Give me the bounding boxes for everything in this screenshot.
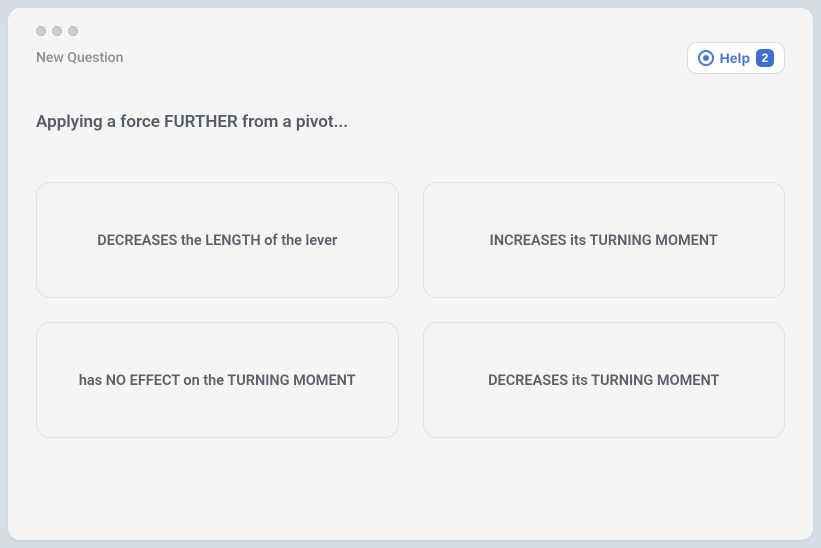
answer-option-4[interactable]: DECREASES its TURNING MOMENT: [423, 322, 786, 438]
help-label: Help: [720, 50, 750, 66]
window-controls: [36, 26, 785, 36]
answer-label: has NO EFFECT on the TURNING MOMENT: [79, 372, 356, 389]
answers-grid: DECREASES the LENGTH of the lever INCREA…: [36, 182, 785, 438]
answer-option-3[interactable]: has NO EFFECT on the TURNING MOMENT: [36, 322, 399, 438]
close-icon[interactable]: [36, 26, 46, 36]
help-badge: 2: [756, 49, 774, 67]
answer-label: INCREASES its TURNING MOMENT: [490, 232, 718, 249]
help-icon: [698, 50, 714, 66]
quiz-window: New Question Help 2 Applying a force FUR…: [8, 8, 813, 540]
help-button[interactable]: Help 2: [687, 42, 785, 74]
answer-label: DECREASES its TURNING MOMENT: [488, 372, 719, 389]
maximize-icon[interactable]: [68, 26, 78, 36]
answer-label: DECREASES the LENGTH of the lever: [97, 232, 337, 249]
question-text: Applying a force FURTHER from a pivot...: [36, 112, 785, 132]
answer-option-2[interactable]: INCREASES its TURNING MOMENT: [423, 182, 786, 298]
breadcrumb: New Question: [36, 50, 123, 66]
answer-option-1[interactable]: DECREASES the LENGTH of the lever: [36, 182, 399, 298]
minimize-icon[interactable]: [52, 26, 62, 36]
header-row: New Question Help 2: [36, 42, 785, 74]
